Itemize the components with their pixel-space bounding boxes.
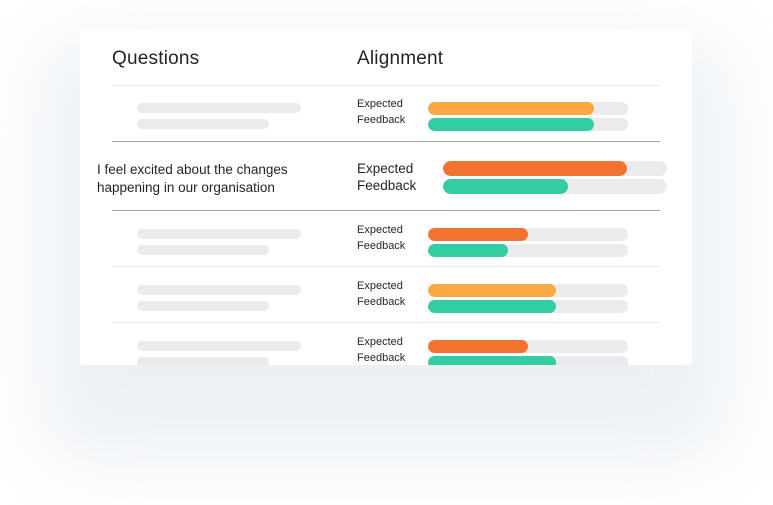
feedback-label: Feedback: [357, 240, 406, 252]
expected-bar-fill: [428, 228, 528, 241]
question-placeholder-line: [137, 229, 301, 239]
feedback-bar-track: [443, 179, 667, 194]
feedback-bar-track: [428, 118, 628, 131]
feedback-bar-track: [428, 244, 628, 257]
question-row[interactable]: Expected Feedback: [80, 224, 692, 264]
highlight-bottom-divider: [112, 210, 660, 211]
question-placeholder-line: [137, 285, 301, 295]
question-placeholder-line: [137, 245, 269, 255]
question-row[interactable]: Expected Feedback: [80, 336, 692, 365]
highlight-top-divider: [112, 141, 660, 142]
feedback-label: Feedback: [357, 296, 406, 308]
expected-bar-track: [428, 102, 628, 115]
question-row[interactable]: Expected Feedback: [80, 280, 692, 320]
questions-header: Questions: [112, 48, 200, 69]
alignment-header: Alignment: [357, 48, 444, 69]
question-placeholder-line: [137, 119, 269, 129]
expected-label: Expected: [357, 280, 403, 292]
question-placeholder-line: [137, 341, 301, 351]
question-placeholder-line: [137, 301, 269, 311]
expected-bar-track: [428, 284, 628, 297]
expected-bar-track: [428, 228, 628, 241]
stage: Questions Alignment Expected Feedback I …: [0, 0, 773, 505]
feedback-bar-track: [428, 300, 628, 313]
question-row[interactable]: Expected Feedback: [80, 98, 692, 138]
question-placeholder-line: [137, 103, 301, 113]
row-divider: [112, 322, 660, 323]
feedback-bar-fill: [428, 118, 594, 131]
expected-bar-track: [443, 161, 667, 176]
question-row-highlighted[interactable]: I feel excited about the changes happeni…: [80, 159, 692, 209]
feedback-label: Feedback: [357, 178, 417, 193]
expected-bar-fill: [428, 102, 594, 115]
expected-label: Expected: [357, 161, 414, 176]
feedback-label: Feedback: [357, 114, 406, 126]
feedback-bar-fill: [443, 179, 569, 194]
feedback-bar-fill: [428, 244, 508, 257]
question-text: I feel excited about the changes happeni…: [97, 162, 288, 195]
alignment-card: Questions Alignment Expected Feedback I …: [80, 30, 692, 365]
expected-bar-fill: [428, 340, 528, 353]
expected-label: Expected: [357, 224, 403, 236]
expected-bar-track: [428, 340, 628, 353]
expected-bar-fill: [428, 284, 556, 297]
header-divider: [112, 85, 660, 86]
feedback-label: Feedback: [357, 352, 406, 364]
question-placeholder-line: [137, 357, 269, 365]
feedback-bar-track: [428, 356, 628, 365]
expected-label: Expected: [357, 98, 403, 110]
feedback-bar-fill: [428, 356, 556, 365]
row-divider: [112, 266, 660, 267]
expected-bar-fill: [443, 161, 627, 176]
feedback-bar-fill: [428, 300, 556, 313]
expected-label: Expected: [357, 336, 403, 348]
